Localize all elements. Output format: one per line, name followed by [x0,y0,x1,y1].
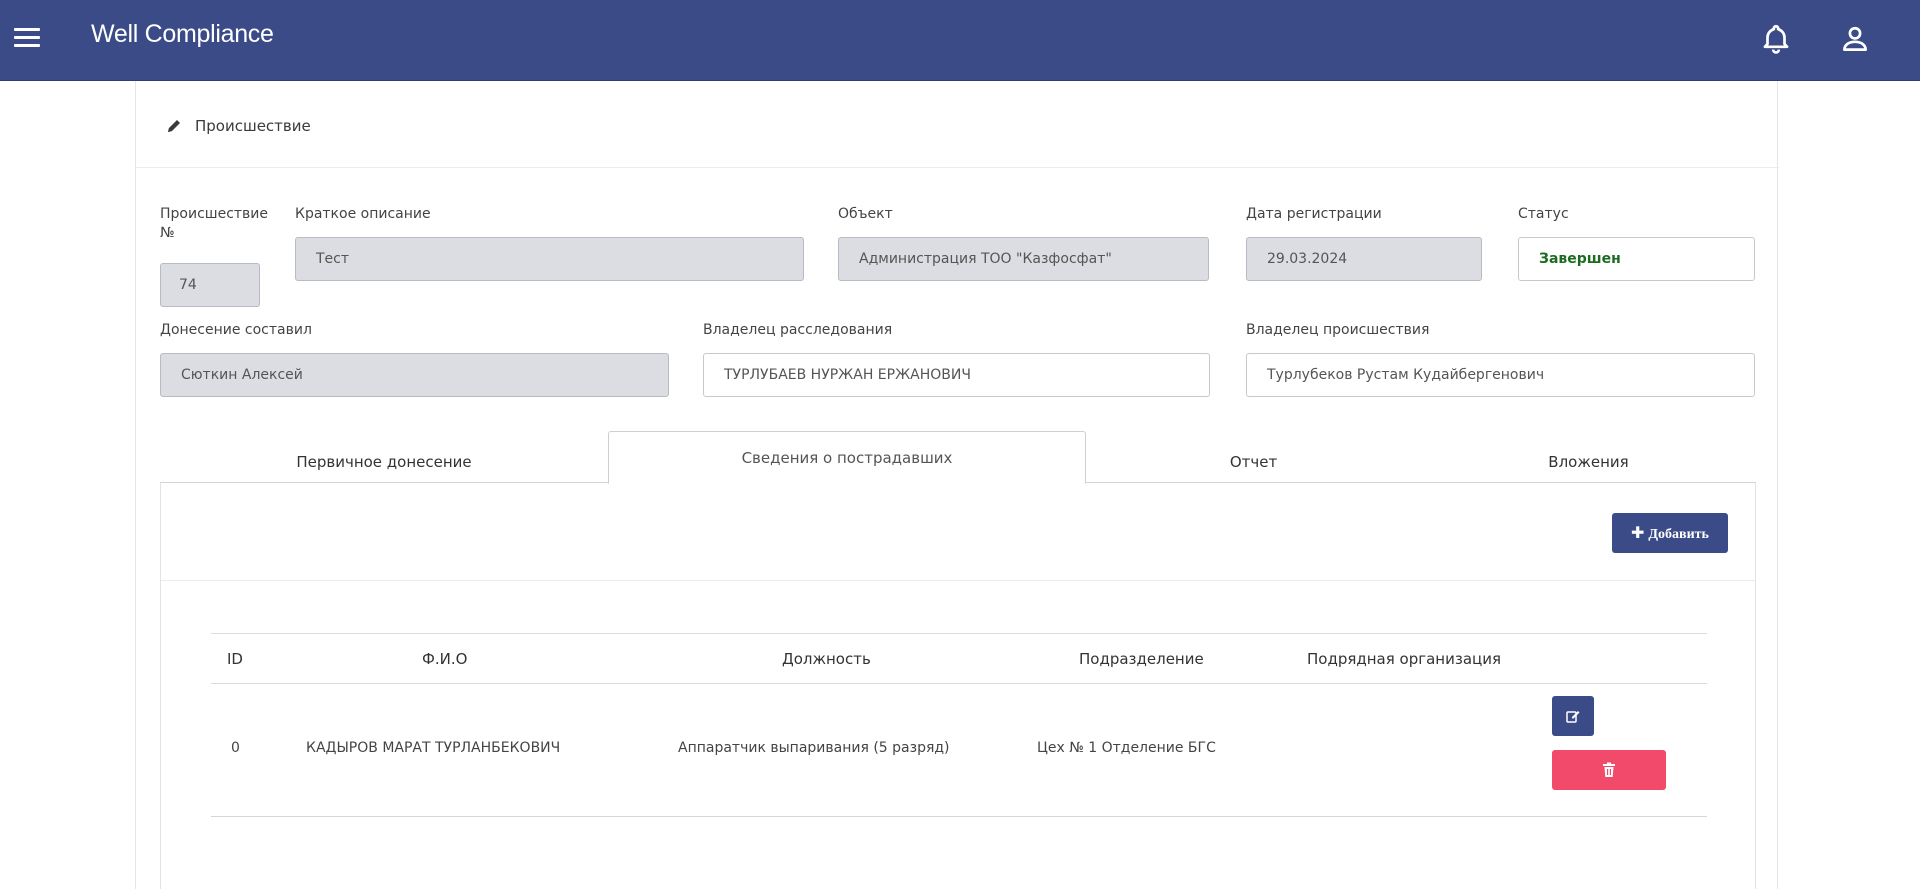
incident-no-label: Происшествие № [160,206,269,241]
add-button-label: Добавить [1648,527,1709,542]
menu-icon[interactable] [14,28,40,50]
table-row: 0 КАДЫРОВ МАРАТ ТУРЛАНБЕКОВИЧ Аппаратчик… [211,684,1707,817]
incident-card: Происшествие Происшествие № 74 Краткое о… [135,81,1779,889]
incident-no-field: 74 [160,263,260,307]
object-field: Администрация ТОО "Казфосфат" [838,237,1209,281]
column-id: ID [227,650,243,668]
user-icon[interactable] [1838,22,1872,56]
delete-button[interactable] [1552,750,1666,790]
victims-panel: ✚ Добавить ID Ф.И.О Должность Подразделен… [160,483,1756,889]
cell-full-name: КАДЫРОВ МАРАТ ТУРЛАНБЕКОВИЧ [306,740,561,756]
short-description-label: Краткое описание [295,206,431,222]
panel-toolbar: ✚ Добавить [161,483,1755,581]
column-contractor: Подрядная организация [1307,650,1502,668]
tab-attachments[interactable]: Вложения [1421,431,1756,483]
registration-date-field: 29.03.2024 [1246,237,1482,281]
card-title: Происшествие [195,117,311,135]
cell-position: Аппаратчик выпаривания (5 разряд) [678,740,950,756]
reported-by-label: Донесение составил [160,322,312,338]
edit-button[interactable] [1552,696,1594,736]
tab-primary-report[interactable]: Первичное донесение [160,431,608,483]
object-label: Объект [838,206,893,222]
plus-icon: ✚ [1631,523,1645,542]
cell-department: Цех № 1 Отделение БГС [1037,740,1216,756]
tab-victims-info[interactable]: Сведения о пострадавших [608,431,1086,484]
investigation-owner-field[interactable]: ТУРЛУБАЕВ НУРЖАН ЕРЖАНОВИЧ [703,353,1210,397]
registration-date-label: Дата регистрации [1246,206,1382,222]
incident-owner-label: Владелец происшествия [1246,322,1430,338]
investigation-owner-label: Владелец расследования [703,322,893,338]
table-header: ID Ф.И.О Должность Подразделение Подрядн… [211,633,1707,684]
incident-owner-field[interactable]: Турлубеков Рустам Кудайбергенович [1246,353,1755,397]
short-description-field: Тест [295,237,804,281]
trash-icon [1603,762,1615,777]
bell-icon[interactable] [1759,22,1793,56]
add-button[interactable]: ✚ Добавить [1612,513,1728,553]
pencil-icon [166,118,182,138]
tab-bar: Первичное донесение Сведения о пострадав… [160,431,1756,484]
reported-by-field: Сюткин Алексей [160,353,669,397]
status-value: Завершен [1539,251,1621,267]
column-full-name: Ф.И.О [422,650,468,668]
status-label: Статус [1518,206,1569,222]
column-department: Подразделение [1079,650,1204,668]
app-title: Well Compliance [91,20,274,48]
cell-id: 0 [231,740,240,756]
edit-icon [1566,711,1580,723]
card-header: Происшествие [136,81,1779,168]
status-field[interactable]: Завершен [1518,237,1755,281]
top-app-bar: Well Compliance [0,0,1920,81]
tab-report[interactable]: Отчет [1086,431,1421,483]
column-position: Должность [782,650,871,668]
